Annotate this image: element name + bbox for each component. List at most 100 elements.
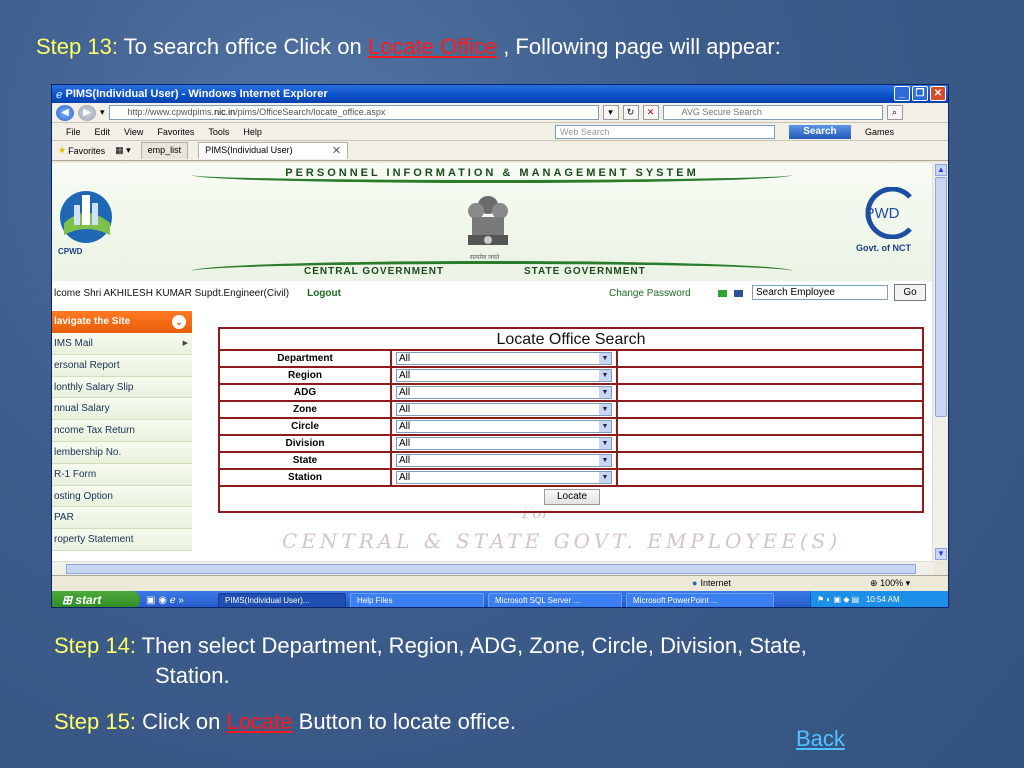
menu-favorites[interactable]: Favorites xyxy=(157,127,194,137)
favorites-bar: ★ Favorites ▦ ▾ emp_list PIMS(Individual… xyxy=(52,141,948,161)
step13-text-end: , Following page will appear: xyxy=(503,34,781,59)
close-button[interactable]: ✕ xyxy=(930,86,946,101)
menu-help[interactable]: Help xyxy=(243,127,262,137)
search-icon[interactable]: ⌕ xyxy=(886,105,903,120)
state-select[interactable]: All ▼ xyxy=(396,454,612,467)
sidebar-item-ims-mail[interactable]: IMS Mail ▶ xyxy=(52,333,192,355)
form-row-state: State All ▼ xyxy=(220,453,922,470)
cpwd-label: CPWD xyxy=(58,247,83,256)
chevron-down-icon: ▼ xyxy=(599,353,611,364)
sidebar-item-par[interactable]: PAR xyxy=(52,507,192,530)
horizontal-scrollbar[interactable] xyxy=(52,561,934,575)
locate-row: Locate xyxy=(220,487,922,507)
ie-icon: ℯ xyxy=(56,88,63,101)
welcome-row: lcome Shri AKHILESH KUMAR Supdt.Engineer… xyxy=(52,281,934,305)
step15-text-end: Button to locate office. xyxy=(298,709,516,734)
globe-icon: ● xyxy=(692,578,698,588)
change-password-link[interactable]: Change Password xyxy=(609,288,691,299)
region-select[interactable]: All ▼ xyxy=(396,369,612,382)
locate-office-link[interactable]: Locate Office xyxy=(368,34,497,59)
locate-link[interactable]: Locate xyxy=(226,709,292,734)
address-dropdown-icon[interactable]: ▾ xyxy=(602,105,619,120)
step14-line: Step 14: Then select Department, Region,… xyxy=(54,631,807,661)
blue-square-icon xyxy=(734,290,743,297)
back-link[interactable]: Back xyxy=(796,726,845,752)
clock: 10:54 AM xyxy=(865,595,900,604)
scroll-up-icon[interactable]: ▲ xyxy=(935,164,947,176)
task-pims[interactable]: PIMS(Individual User)... xyxy=(218,592,346,607)
favorites-button[interactable]: Favorites xyxy=(68,146,105,156)
task-help-files[interactable]: Help Files xyxy=(350,592,484,607)
tab-pims[interactable]: PIMS(Individual User) ✕ xyxy=(198,142,349,159)
locate-office-form: Locate Office Search Department All ▼ Reg… xyxy=(218,327,924,513)
menu-tools[interactable]: Tools xyxy=(208,127,229,137)
forward-button[interactable]: ▶ xyxy=(78,104,96,121)
maximize-button[interactable]: ❐ xyxy=(912,86,928,101)
sidebar-item-annual-salary[interactable]: nnual Salary xyxy=(52,398,192,421)
locate-button[interactable]: Locate xyxy=(544,489,600,505)
sidebar-item-personal-report[interactable]: ersonal Report xyxy=(52,354,192,377)
chevron-down-icon: ▼ xyxy=(599,472,611,483)
quick-tabs-icon[interactable]: ▦ ▾ xyxy=(115,145,131,156)
refresh-icon[interactable]: ↻ xyxy=(622,105,639,120)
zone-select[interactable]: All ▼ xyxy=(396,403,612,416)
department-select[interactable]: All ▼ xyxy=(396,352,612,365)
search-button[interactable]: Search xyxy=(788,124,851,139)
sidebar-item-income-tax-return[interactable]: ncome Tax Return xyxy=(52,420,192,442)
chevron-down-icon: ▼ xyxy=(599,455,611,466)
station-select[interactable]: All ▼ xyxy=(396,471,612,484)
form-title: Locate Office Search xyxy=(220,329,922,351)
go-button[interactable]: Go xyxy=(894,284,926,301)
scroll-thumb[interactable] xyxy=(935,177,947,417)
adg-select[interactable]: All ▼ xyxy=(396,386,612,399)
page-viewport: PERSONNEL INFORMATION & MANAGEMENT SYSTE… xyxy=(52,163,934,561)
menu-file[interactable]: File xyxy=(66,127,81,137)
tab-close-icon[interactable]: ✕ xyxy=(332,144,341,157)
hscroll-thumb[interactable] xyxy=(66,564,916,574)
sidebar-item-posting-option[interactable]: osting Option xyxy=(52,485,192,508)
cpwd-logo xyxy=(60,191,112,243)
sidebar-header[interactable]: lavigate the Site ⌄ xyxy=(52,311,192,333)
stop-icon[interactable]: ✕ xyxy=(642,105,659,120)
chevron-right-icon: ▶ xyxy=(182,340,188,347)
pims-banner: PERSONNEL INFORMATION & MANAGEMENT SYSTE… xyxy=(192,167,792,183)
division-select[interactable]: All ▼ xyxy=(396,437,612,450)
back-button[interactable]: ◀ xyxy=(56,104,74,121)
menu-view[interactable]: View xyxy=(124,127,143,137)
history-dropdown-icon[interactable]: ▾ xyxy=(100,107,105,118)
task-powerpoint[interactable]: Microsoft PowerPoint ... xyxy=(626,592,774,607)
taskbar: ⊞ start ▣ ◉ ℯ » PIMS(Individual User)...… xyxy=(52,591,948,607)
vertical-scrollbar[interactable]: ▲ ▼ xyxy=(932,163,948,561)
system-tray: ⚑ ◐ ▣ ◆ ▤ 10:54 AM xyxy=(810,591,948,607)
logout-link[interactable]: Logout xyxy=(307,288,341,299)
step14-text: Then select Department, Region, ADG, Zon… xyxy=(141,633,807,658)
sidebar-item-r1-form[interactable]: R-1 Form xyxy=(52,463,192,486)
state-label: State xyxy=(220,453,392,468)
games-button[interactable]: Games xyxy=(865,127,894,137)
circle-select[interactable]: All ▼ xyxy=(396,420,612,433)
minimize-button[interactable]: _ xyxy=(894,86,910,101)
secure-search-input[interactable]: AVG Secure Search xyxy=(662,105,883,120)
circle-label: Circle xyxy=(220,419,392,434)
adg-label: ADG xyxy=(220,385,392,400)
employee-search-input[interactable]: Search Employee xyxy=(752,285,888,300)
address-input[interactable]: http://www.cpwdpims.nic.in/pims/OfficeSe… xyxy=(108,105,599,120)
sidebar-item-property-statement[interactable]: roperty Statement xyxy=(52,529,192,551)
chevron-down-icon: ▼ xyxy=(599,438,611,449)
step15-text: Click on xyxy=(142,709,221,734)
state-gov-link[interactable]: STATE GOVERNMENT xyxy=(524,266,646,277)
quick-launch[interactable]: ▣ ◉ ℯ » xyxy=(140,595,218,606)
tab-emp-list[interactable]: emp_list xyxy=(140,142,189,159)
web-search-input[interactable]: Web Search xyxy=(554,124,775,139)
favorites-star-icon: ★ xyxy=(58,145,67,155)
central-gov-link[interactable]: CENTRAL GOVERNMENT xyxy=(304,266,444,277)
station-label: Station xyxy=(220,470,392,485)
scroll-down-icon[interactable]: ▼ xyxy=(935,548,947,560)
start-button[interactable]: ⊞ start xyxy=(52,591,140,607)
sidebar-item-membership-no[interactable]: lembership No. xyxy=(52,441,192,464)
menu-edit[interactable]: Edit xyxy=(95,127,111,137)
zoom-level[interactable]: ⊕ 100% ▾ xyxy=(870,578,910,589)
pwd-subtitle: Govt. of NCT xyxy=(856,243,911,253)
sidebar-item-monthly-salary-slip[interactable]: lonthly Salary Slip xyxy=(52,376,192,399)
task-sql-server[interactable]: Microsoft SQL Server ... xyxy=(488,592,622,607)
